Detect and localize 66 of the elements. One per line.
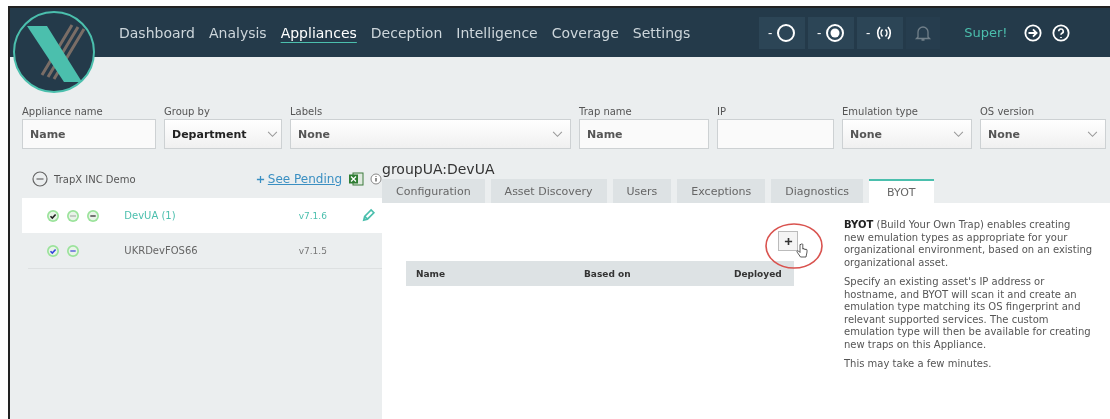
plus-icon [783, 236, 793, 246]
nav-link[interactable]: Appliances [273, 22, 364, 43]
tab[interactable]: Configuration [382, 179, 485, 203]
dots-status-icon [66, 208, 80, 223]
collapse-icon[interactable] [32, 171, 48, 187]
group-title: groupUA:DevUA [382, 160, 496, 179]
field-label: IP [717, 105, 727, 119]
help-text: This may take a few minutes. [844, 358, 993, 371]
input-field[interactable] [717, 119, 834, 149]
select-field[interactable]: None [842, 119, 972, 149]
tab[interactable]: Exceptions [677, 179, 766, 203]
minus-status-icon [86, 208, 100, 223]
field-label: Group by [164, 105, 211, 119]
status-button[interactable]: - [759, 16, 806, 49]
input-field[interactable]: Name [22, 119, 156, 149]
appliance-name: DevUA (1) [124, 210, 177, 221]
info-icon[interactable] [370, 173, 382, 185]
tab[interactable]: Users [612, 179, 672, 203]
add-button[interactable] [778, 231, 798, 251]
tree-root-label[interactable]: TrapX INC Demo [54, 173, 136, 185]
nav-link[interactable]: Coverage [544, 22, 626, 43]
status-button[interactable]: - [808, 16, 855, 49]
select-field[interactable]: Department [164, 119, 282, 149]
nav-link[interactable]: Settings [625, 22, 698, 43]
field-label: Appliance name [22, 105, 104, 119]
minus-status-icon [66, 243, 80, 258]
help-text: Specify an existing asset's IP address or hostname, and BYOT will scan it and create an emulation type matching its OS fingerprint and relevant supported services. The custom emulation type will then be available for creating new traps on this Appliance. [844, 276, 1092, 351]
appliance-name: UKRDevFOS66 [124, 245, 199, 256]
spreadsheet-icon[interactable] [348, 171, 364, 187]
chevron-down-icon [267, 130, 278, 138]
column-header: Deployed [734, 268, 782, 279]
field-label: Trap name [579, 105, 633, 119]
column-header: Based on [584, 268, 632, 279]
version-label: v7.1.5 [298, 245, 328, 256]
ring-icon [776, 22, 797, 43]
tab[interactable]: Diagnostics [771, 179, 864, 203]
tab[interactable]: Asset Discovery [490, 179, 607, 203]
input-field[interactable]: Name [579, 119, 709, 149]
hand-cursor-icon [796, 243, 808, 259]
column-header: Name [416, 268, 447, 279]
chevron-down-icon [953, 130, 964, 138]
chevron-down-icon [1087, 130, 1098, 138]
tab[interactable]: BYOT [869, 179, 934, 203]
help-icon[interactable] [1051, 23, 1070, 42]
nav-link[interactable]: Intelligence [449, 22, 545, 43]
select-field[interactable]: None [290, 119, 571, 149]
version-label: v7.1.6 [298, 210, 328, 221]
status-button[interactable]: - [857, 16, 904, 49]
field-label: Labels [290, 105, 324, 119]
user-name[interactable]: Super! [964, 25, 1008, 40]
check-status-icon [46, 243, 60, 258]
plus-icon [255, 174, 265, 184]
check-status-icon [46, 208, 60, 223]
highlight-circle [764, 221, 824, 271]
help-text: BYOT (Build Your Own Trap) enables creating new emulation types as appropriate for your organizational environment, based on an existing organizational asset. [844, 219, 1094, 269]
target-icon [825, 22, 846, 43]
field-label: Emulation type [842, 105, 919, 119]
chevron-down-icon [552, 130, 563, 138]
field-label: OS version [980, 105, 1036, 119]
logo-icon[interactable] [12, 10, 96, 94]
tree-row[interactable]: UKRDevFOS66 v7.1.5 [28, 233, 382, 269]
nav-link[interactable]: Dashboard [112, 22, 202, 43]
nav-link[interactable]: Deception [363, 22, 450, 43]
nav-link[interactable]: Analysis [201, 22, 274, 43]
select-field[interactable]: None [980, 119, 1106, 149]
logout-icon[interactable] [1023, 23, 1042, 42]
